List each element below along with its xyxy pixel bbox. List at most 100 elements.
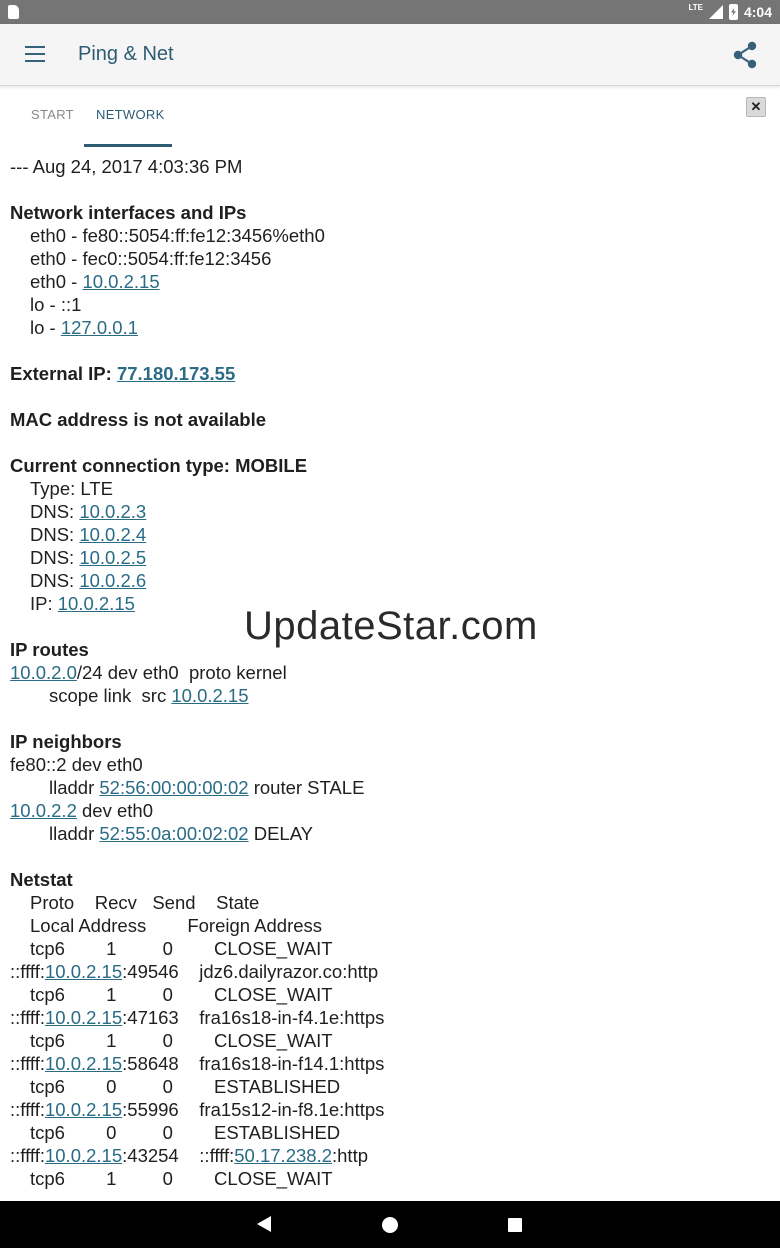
- active-tab-indicator: [84, 144, 172, 147]
- report-line: lladdr 52:56:00:00:00:02 router STALE: [10, 776, 770, 799]
- line-text: IP neighbors: [10, 731, 122, 752]
- address-link[interactable]: 10.0.2.2: [10, 800, 77, 821]
- signal-icon: [708, 5, 723, 19]
- section-heading: IP neighbors: [10, 730, 770, 753]
- tab-bar: START NETWORK: [0, 87, 780, 149]
- line-text: tcp6 0 0 ESTABLISHED: [30, 1076, 341, 1097]
- line-text: Netstat: [10, 869, 73, 890]
- address-link[interactable]: 10.0.2.0: [10, 662, 77, 683]
- line-text: lladdr: [49, 823, 100, 844]
- line-text: tcp6 1 0 CLOSE_WAIT: [30, 984, 333, 1005]
- battery-charging-icon: [728, 4, 738, 20]
- report-line: tcp6 1 0 CLOSE_WAIT: [10, 937, 770, 960]
- tab-network[interactable]: NETWORK: [96, 107, 165, 122]
- line-text: ::ffff:: [10, 1145, 45, 1166]
- network-report: --- Aug 24, 2017 4:03:36 PM Network inter…: [10, 155, 770, 1195]
- network-type-label: LTE: [688, 2, 703, 12]
- line-text: :http: [332, 1145, 368, 1166]
- line-text: Local Address Foreign Address: [30, 915, 323, 936]
- line-text: eth0 -: [30, 271, 83, 292]
- report-line: 10.0.2.0/24 dev eth0 proto kernel: [10, 661, 770, 684]
- recent-apps-icon[interactable]: [508, 1218, 522, 1232]
- line-text: Proto Recv Send State: [30, 892, 260, 913]
- report-line: eth0 - 10.0.2.15: [10, 270, 770, 293]
- report-line: ::ffff:10.0.2.15:55996 fra15s12-in-f8.1e…: [10, 1098, 770, 1121]
- report-line: ::ffff:10.0.2.15:43254 ::ffff:50.17.238.…: [10, 1144, 770, 1167]
- address-link[interactable]: 77.180.173.55: [117, 363, 235, 384]
- navigation-bar: [0, 1201, 780, 1248]
- address-link[interactable]: 10.0.2.15: [45, 1007, 122, 1028]
- address-link[interactable]: 10.0.2.15: [45, 1053, 122, 1074]
- address-link[interactable]: 10.0.2.5: [79, 547, 146, 568]
- line-text: lo - ::1: [30, 294, 82, 315]
- address-link[interactable]: 10.0.2.15: [45, 1099, 122, 1120]
- line-text: ::ffff:: [10, 1099, 45, 1120]
- address-link[interactable]: 10.0.2.3: [79, 501, 146, 522]
- section-heading: MAC address is not available: [10, 408, 770, 431]
- line-text: lo -: [30, 317, 61, 338]
- sim-card-icon: [8, 5, 19, 19]
- line-text: dev eth0: [76, 800, 153, 821]
- line-text: :58648 fra16s18-in-f14.1:https: [122, 1053, 385, 1074]
- line-text: DNS:: [30, 524, 80, 545]
- line-text: router STALE: [248, 777, 365, 798]
- line-text: tcp6 0 0 ESTABLISHED: [30, 1122, 341, 1143]
- back-icon[interactable]: [257, 1216, 271, 1232]
- report-line: Type: LTE: [10, 477, 770, 500]
- address-link[interactable]: 10.0.2.6: [79, 570, 146, 591]
- line-text: ::ffff:: [10, 961, 45, 982]
- clock: 4:04: [743, 4, 772, 20]
- watermark: UpdateStar.com: [244, 604, 538, 648]
- report-line: ::ffff:10.0.2.15:49546 jdz6.dailyrazor.c…: [10, 960, 770, 983]
- line-text: DNS:: [30, 501, 80, 522]
- report-line: scope link src 10.0.2.15: [10, 684, 770, 707]
- section-heading: Network interfaces and IPs: [10, 201, 770, 224]
- report-line: tcp6 1 0 CLOSE_WAIT: [10, 1167, 770, 1190]
- close-button[interactable]: ✕: [746, 97, 766, 117]
- report-line: DNS: 10.0.2.4: [10, 523, 770, 546]
- address-link[interactable]: 10.0.2.15: [45, 961, 122, 982]
- report-line: fe80::2 dev eth0: [10, 753, 770, 776]
- address-link[interactable]: 50.17.238.2: [234, 1145, 332, 1166]
- report-line: lo - 127.0.0.1: [10, 316, 770, 339]
- line-text: Network interfaces and IPs: [10, 202, 247, 223]
- line-text: DELAY: [248, 823, 313, 844]
- tab-start[interactable]: START: [31, 107, 74, 122]
- address-link[interactable]: 10.0.2.15: [58, 593, 135, 614]
- report-line: Proto Recv Send State: [10, 891, 770, 914]
- line-text: ::ffff:: [10, 1007, 45, 1028]
- address-link[interactable]: 10.0.2.15: [171, 685, 248, 706]
- report-line: lo - ::1: [10, 293, 770, 316]
- report-line: tcp6 1 0 CLOSE_WAIT: [10, 983, 770, 1006]
- section-heading: External IP: 77.180.173.55: [10, 362, 770, 385]
- home-icon[interactable]: [382, 1217, 398, 1233]
- line-text: :55996 fra15s12-in-f8.1e:https: [122, 1099, 385, 1120]
- line-text: lladdr: [49, 777, 100, 798]
- line-text: MAC address is not available: [10, 409, 267, 430]
- status-bar: LTE 4:04: [0, 0, 780, 24]
- line-text: fe80::2 dev eth0: [10, 754, 143, 775]
- line-text: eth0 - fe80::5054:ff:fe12:3456%eth0: [30, 225, 325, 246]
- share-icon[interactable]: [732, 41, 758, 69]
- line-text: eth0 - fec0::5054:ff:fe12:3456: [30, 248, 272, 269]
- line-text: IP:: [30, 593, 58, 614]
- address-link[interactable]: 52:55:0a:00:02:02: [99, 823, 248, 844]
- report-line: DNS: 10.0.2.5: [10, 546, 770, 569]
- report-line: eth0 - fec0::5054:ff:fe12:3456: [10, 247, 770, 270]
- address-link[interactable]: 10.0.2.15: [82, 271, 159, 292]
- line-text: tcp6 1 0 CLOSE_WAIT: [30, 1168, 333, 1189]
- line-text: DNS:: [30, 547, 80, 568]
- app-title: Ping & Net: [78, 43, 174, 65]
- menu-icon[interactable]: [25, 46, 45, 62]
- address-link[interactable]: 10.0.2.4: [79, 524, 146, 545]
- address-link[interactable]: 52:56:00:00:00:02: [99, 777, 248, 798]
- address-link[interactable]: 10.0.2.15: [45, 1145, 122, 1166]
- report-line: --- Aug 24, 2017 4:03:36 PM: [10, 155, 770, 178]
- address-link[interactable]: 127.0.0.1: [61, 317, 138, 338]
